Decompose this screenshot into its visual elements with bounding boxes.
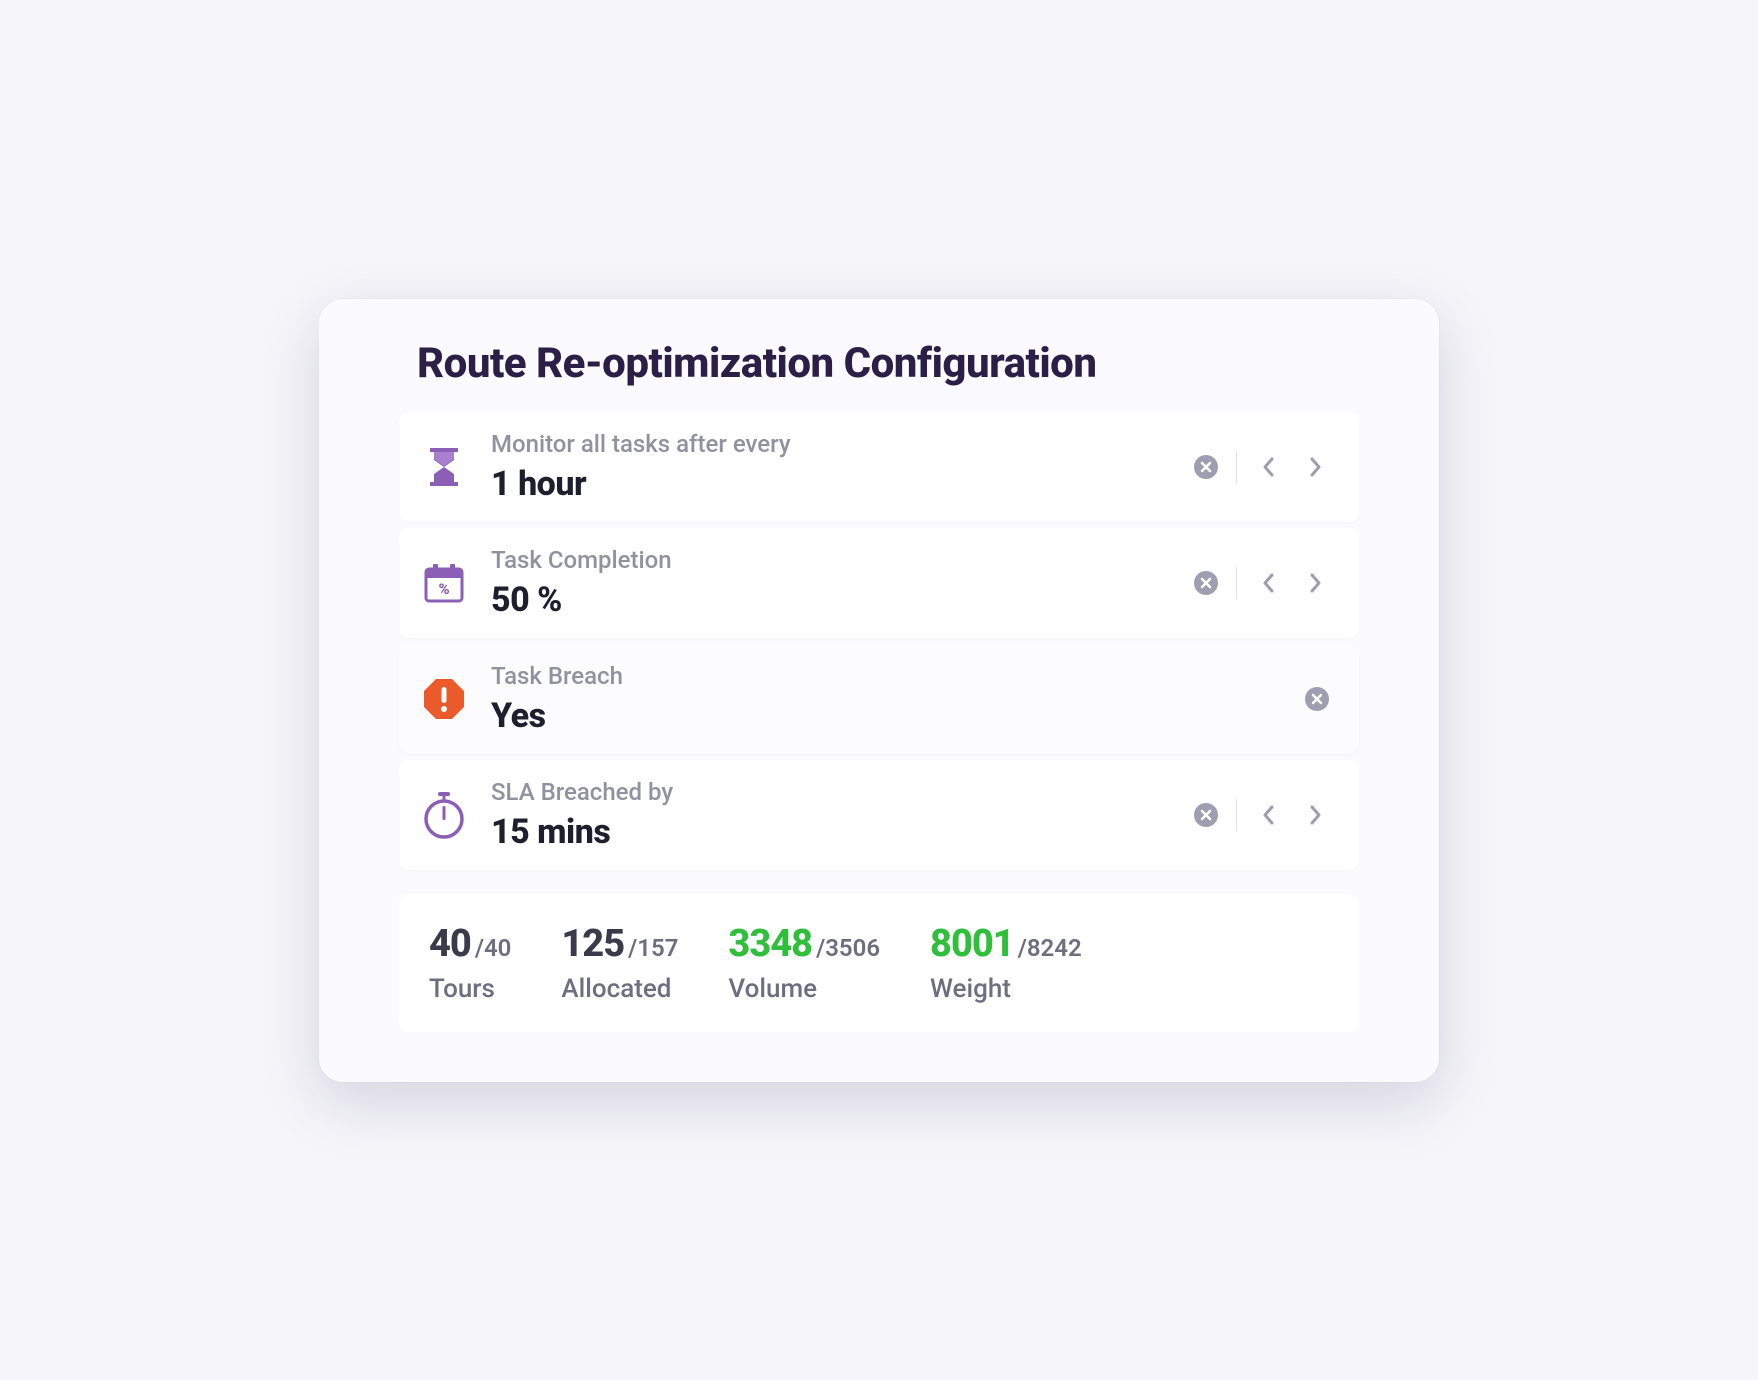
stat-label: Weight [930,974,1082,1004]
row-controls [1194,799,1329,831]
stat-sub: /40 [475,934,512,962]
prev-button[interactable] [1255,569,1283,597]
stat-label: Tours [429,974,511,1004]
clear-button[interactable] [1194,571,1218,595]
config-text: Task Breach Yes [491,662,1305,736]
config-value: 15 mins [491,812,1194,852]
config-value: 1 hour [491,464,1194,504]
row-controls [1305,687,1329,711]
stat-label: Volume [728,974,880,1004]
page-title: Route Re-optimization Configuration [399,339,1359,388]
config-list: Monitor all tasks after every 1 hour [399,412,1359,876]
calendar-percent-icon: % [419,558,469,608]
svg-text:%: % [438,580,449,598]
stopwatch-icon [419,790,469,840]
config-label: Task Breach [491,662,1305,690]
stat-main: 3348 [728,922,812,966]
clear-button[interactable] [1194,455,1218,479]
config-card: Route Re-optimization Configuration Moni… [319,299,1439,1082]
row-controls [1194,451,1329,483]
alert-octagon-icon [419,674,469,724]
config-value: Yes [491,696,1305,736]
stat-sub: /157 [628,934,678,962]
stat-label: Allocated [561,974,678,1004]
config-label: SLA Breached by [491,778,1194,806]
config-text: SLA Breached by 15 mins [491,778,1194,852]
stat-sub: /8242 [1018,934,1082,962]
config-text: Monitor all tasks after every 1 hour [491,430,1194,504]
config-text: Task Completion 50 % [491,546,1194,620]
control-divider [1236,567,1237,599]
stats-bar: 40 /40 Tours 125 /157 Allocated 3348 /35… [399,894,1359,1032]
prev-button[interactable] [1255,453,1283,481]
config-label: Task Completion [491,546,1194,574]
stat-sub: /3506 [816,934,880,962]
config-row-monitor: Monitor all tasks after every 1 hour [399,412,1359,522]
clear-button[interactable] [1305,687,1329,711]
stat-allocated: 125 /157 Allocated [561,922,678,1004]
stat-volume: 3348 /3506 Volume [728,922,880,1004]
next-button[interactable] [1301,569,1329,597]
config-row-completion: % Task Completion 50 % [399,528,1359,638]
control-divider [1236,799,1237,831]
clear-button[interactable] [1194,803,1218,827]
config-row-breach: Task Breach Yes [399,644,1359,754]
config-row-sla: SLA Breached by 15 mins [399,760,1359,870]
hourglass-icon [419,442,469,492]
next-button[interactable] [1301,453,1329,481]
config-value: 50 % [491,580,1194,620]
prev-button[interactable] [1255,801,1283,829]
stat-main: 40 [429,922,471,966]
control-divider [1236,451,1237,483]
stat-main: 125 [561,922,624,966]
stat-weight: 8001 /8242 Weight [930,922,1082,1004]
stat-main: 8001 [930,922,1014,966]
stat-tours: 40 /40 Tours [429,922,511,1004]
next-button[interactable] [1301,801,1329,829]
config-label: Monitor all tasks after every [491,430,1194,458]
row-controls [1194,567,1329,599]
